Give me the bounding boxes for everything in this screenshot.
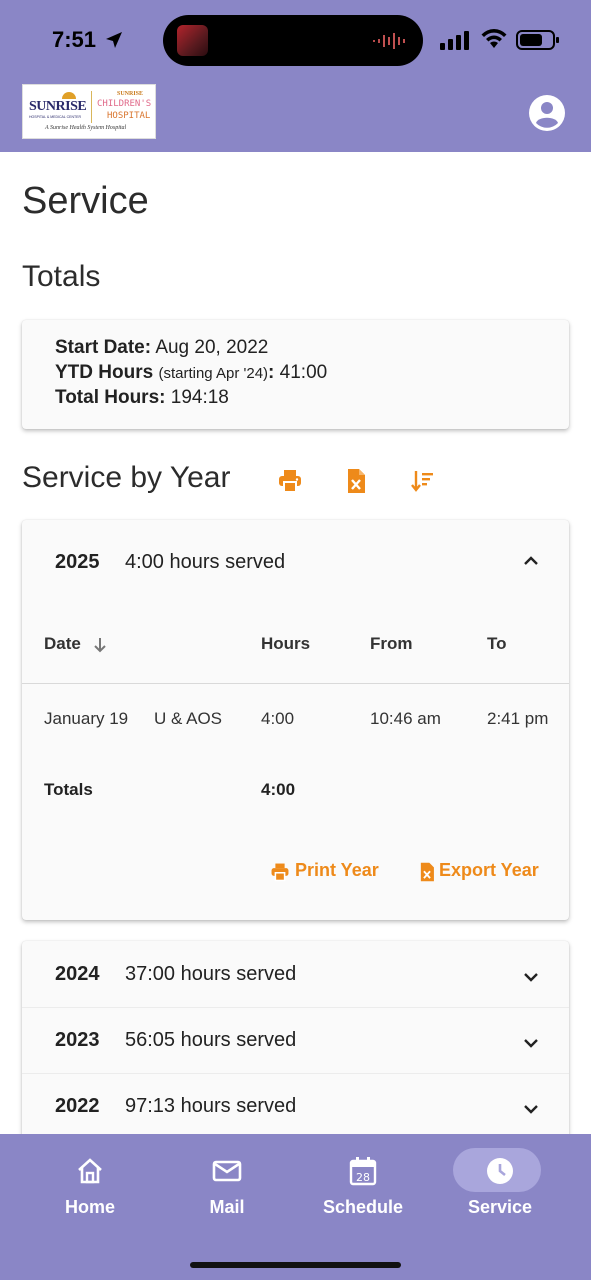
nav-mail[interactable]: Mail bbox=[157, 1134, 297, 1234]
logo-tagline: A Sunrise Health System Hospital bbox=[45, 125, 127, 131]
totals-row-hours: 4:00 bbox=[261, 780, 296, 799]
nav-schedule-label: Schedule bbox=[322, 1197, 404, 1217]
logo-sunrise-text: SUNRISE bbox=[29, 99, 87, 114]
ytd-hours-line: YTD Hours (starting Apr '24): 41:00 bbox=[55, 362, 327, 384]
export-excel-icon[interactable] bbox=[343, 468, 369, 494]
start-date-value: Aug 20, 2022 bbox=[155, 337, 269, 358]
calendar-day-number: 28 bbox=[356, 1171, 370, 1184]
table-divider bbox=[22, 683, 569, 684]
year-panel-2022[interactable]: 2022 97:13 hours served bbox=[22, 1073, 569, 1139]
total-hours-value: 194:18 bbox=[170, 387, 229, 408]
export-year-icon[interactable] bbox=[417, 862, 437, 882]
ytd-hours-note: (starting Apr '24) bbox=[158, 365, 269, 382]
column-header-hours: Hours bbox=[261, 634, 311, 653]
dynamic-island bbox=[163, 15, 423, 66]
total-hours-line: Total Hours: 194:18 bbox=[55, 387, 229, 409]
clock-icon bbox=[487, 1158, 513, 1184]
nav-schedule[interactable]: 28 Schedule bbox=[293, 1134, 433, 1234]
logo-sunrise-subtext: HOSPITAL & MEDICAL CENTER bbox=[29, 115, 81, 119]
print-icon[interactable] bbox=[277, 468, 303, 494]
app-header: SUNRISE HOSPITAL & MEDICAL CENTER SUNRIS… bbox=[0, 74, 591, 152]
nav-service-label: Service bbox=[467, 1197, 533, 1217]
now-playing-thumbnail bbox=[177, 25, 208, 56]
year-hours-label: 56:05 hours served bbox=[125, 1029, 297, 1051]
year-label: 2024 bbox=[55, 963, 100, 985]
ytd-hours-value: 41:00 bbox=[279, 362, 328, 383]
nav-mail-label: Mail bbox=[209, 1197, 245, 1217]
location-arrow-icon bbox=[106, 32, 122, 48]
row-to: 2:41 pm bbox=[487, 709, 549, 728]
year-hours-label: 97:13 hours served bbox=[125, 1095, 297, 1117]
collapsed-years-list: 2024 37:00 hours served 2023 56:05 hours… bbox=[22, 941, 569, 1141]
ytd-hours-label: YTD Hours bbox=[55, 362, 154, 383]
column-header-from: From bbox=[370, 634, 413, 653]
bottom-navigation: Home Mail 28 Schedule Service bbox=[0, 1134, 591, 1280]
nav-service[interactable]: Service bbox=[430, 1134, 570, 1234]
print-year-button[interactable]: Print Year bbox=[295, 860, 379, 881]
wifi-icon bbox=[481, 29, 507, 48]
start-date-line: Start Date: Aug 20, 2022 bbox=[55, 337, 268, 359]
year-hours-label: 37:00 hours served bbox=[125, 963, 297, 985]
column-header-to: To bbox=[487, 634, 507, 653]
nav-home-label: Home bbox=[64, 1197, 115, 1217]
logo-divider bbox=[91, 91, 92, 123]
home-icon bbox=[78, 1158, 102, 1184]
logo-childrens-text: CHILDREN'S bbox=[97, 99, 152, 109]
year-label: 2022 bbox=[55, 1095, 100, 1117]
row-department: U & AOS bbox=[154, 709, 223, 728]
year-panel-2025: 2025 4:00 hours served Date Hours From T… bbox=[22, 520, 569, 920]
export-year-button[interactable]: Export Year bbox=[439, 860, 539, 881]
account-circle-icon[interactable] bbox=[528, 94, 566, 132]
year-hours-label: 4:00 hours served bbox=[125, 551, 286, 573]
status-bar: 7:51 bbox=[0, 0, 591, 74]
ytd-colon: : bbox=[268, 362, 275, 383]
totals-card: Start Date: Aug 20, 2022 YTD Hours (star… bbox=[22, 320, 569, 429]
chevron-down-icon[interactable] bbox=[520, 1032, 542, 1054]
status-time: 7:51 bbox=[52, 27, 97, 52]
logo-hospital-text: HOSPITAL bbox=[107, 111, 151, 121]
hospital-logo[interactable]: SUNRISE HOSPITAL & MEDICAL CENTER SUNRIS… bbox=[22, 84, 156, 139]
audio-wave-icon bbox=[373, 33, 405, 49]
total-hours-label: Total Hours: bbox=[55, 387, 166, 408]
chevron-down-icon[interactable] bbox=[520, 1098, 542, 1120]
sunrise-logo-icon bbox=[62, 92, 76, 99]
home-indicator bbox=[190, 1262, 401, 1268]
nav-home[interactable]: Home bbox=[20, 1134, 160, 1234]
arrow-down-icon[interactable] bbox=[92, 636, 108, 654]
sort-icon[interactable] bbox=[409, 468, 435, 494]
year-label: 2025 bbox=[55, 551, 100, 573]
chevron-up-icon[interactable] bbox=[520, 550, 542, 572]
battery-icon bbox=[516, 30, 559, 50]
page-title: Service bbox=[22, 180, 149, 222]
totals-heading: Totals bbox=[22, 260, 101, 293]
logo-sunrise-small: SUNRISE bbox=[117, 91, 144, 97]
column-header-date[interactable]: Date bbox=[44, 634, 81, 654]
print-year-icon[interactable] bbox=[270, 862, 290, 882]
row-from: 10:46 am bbox=[370, 709, 441, 728]
start-date-label: Start Date: bbox=[55, 337, 152, 358]
year-panel-header[interactable]: 2025 4:00 hours served bbox=[22, 520, 569, 606]
cellular-signal-icon bbox=[440, 31, 469, 50]
chevron-down-icon[interactable] bbox=[520, 966, 542, 988]
row-date: January 19 bbox=[44, 709, 129, 728]
year-label: 2023 bbox=[55, 1029, 100, 1051]
mail-icon bbox=[212, 1160, 242, 1182]
year-panel-2023[interactable]: 2023 56:05 hours served bbox=[22, 1007, 569, 1073]
calendar-icon: 28 bbox=[349, 1157, 377, 1186]
year-panel-2024[interactable]: 2024 37:00 hours served bbox=[22, 941, 569, 1007]
row-hours: 4:00 bbox=[261, 709, 295, 728]
service-by-year-heading: Service by Year bbox=[22, 461, 231, 494]
totals-row-label: Totals bbox=[44, 780, 93, 799]
